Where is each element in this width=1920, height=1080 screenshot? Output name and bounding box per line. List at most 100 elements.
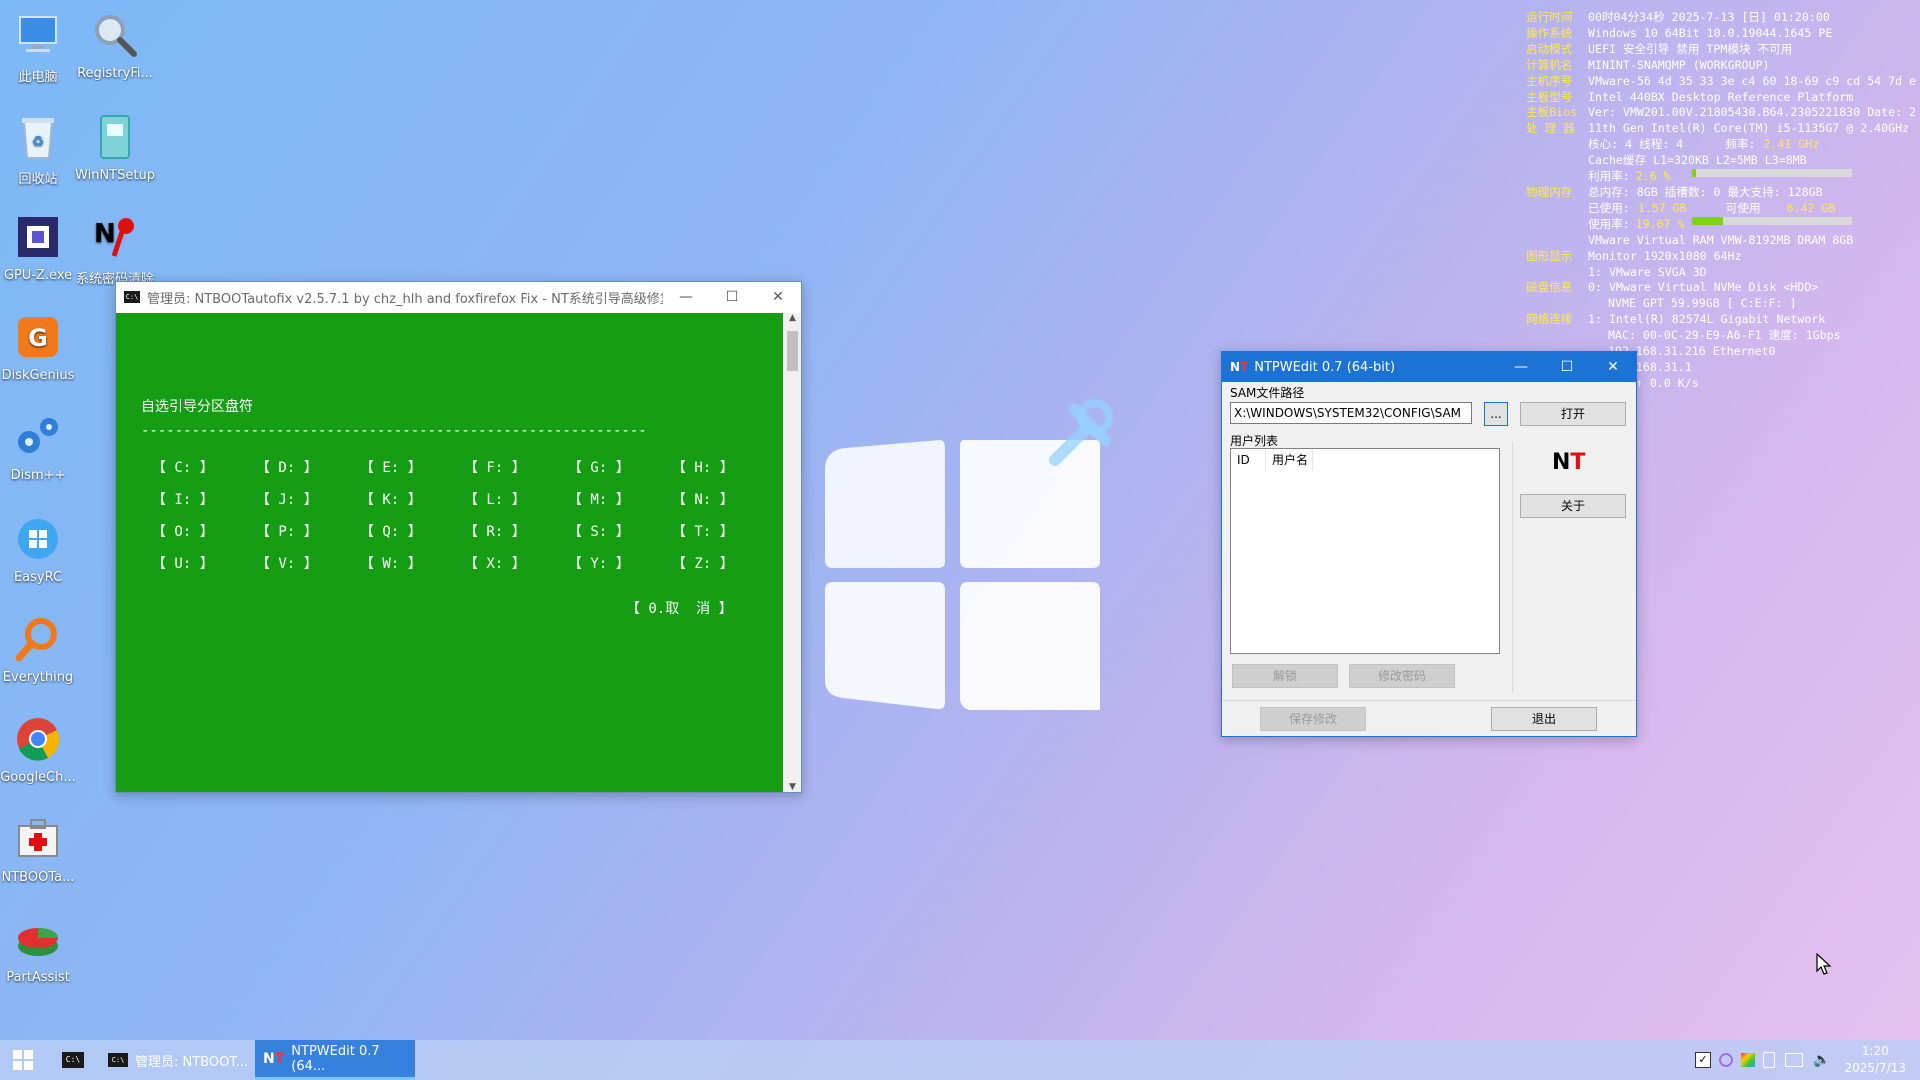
desktop-icon-diskgenius[interactable]: G DiskGenius	[0, 310, 86, 383]
board-label: 主机序号	[1526, 73, 1573, 88]
cpu-usage-label: 利用率:	[1588, 169, 1630, 184]
drive-option[interactable]: 【 E: 】	[360, 457, 422, 477]
drive-option[interactable]: 【 D: 】	[256, 457, 318, 477]
taskbar-cmd-shortcut[interactable]: C:\	[46, 1040, 100, 1080]
desktop-icon-magnifier[interactable]: RegistryFi...	[67, 8, 163, 81]
drive-option[interactable]: 【 P: 】	[256, 521, 318, 541]
taskbar-item-ntbootautofix[interactable]: C:\ 管理员: NTBOOT...	[100, 1040, 255, 1080]
drive-option[interactable]: 【 N: 】	[672, 489, 734, 509]
drive-option[interactable]: 【 X: 】	[464, 553, 526, 573]
drive-option[interactable]: 【 O: 】	[152, 521, 214, 541]
sam-path-input[interactable]: X:\WINDOWS\SYSTEM32\CONFIG\SAM	[1230, 402, 1472, 424]
clock[interactable]: 1:20 2025/7/13	[1844, 1043, 1906, 1077]
ntpw-title-bar[interactable]: NT NTPWEdit 0.7 (64-bit) — ☐ ✕	[1222, 352, 1636, 382]
desktop-icon-firstaid[interactable]: NTBOOTa...	[0, 812, 86, 885]
mem-used-label: 已使用:	[1588, 200, 1630, 215]
gfx-label: 图形显示	[1526, 248, 1573, 263]
start-button[interactable]	[0, 1040, 46, 1080]
column-id-header[interactable]: ID	[1231, 449, 1266, 471]
scroll-up-arrow[interactable]: ▲	[784, 313, 801, 323]
desktop-icon-search[interactable]: Everything	[0, 612, 86, 685]
close-button[interactable]: ✕	[755, 282, 801, 312]
cpu-usage-bar	[1691, 169, 1852, 178]
cmd-icon: C:\	[108, 1053, 128, 1067]
ntbootautofix-window[interactable]: C:\ 管理员: NTBOOTautofix v2.5.7.1 by chz_h…	[115, 281, 802, 793]
console-scrollbar[interactable]: ▲ ▼	[784, 313, 801, 792]
mem-usage-bar	[1691, 216, 1852, 225]
drive-option[interactable]: 【 F: 】	[464, 457, 526, 477]
pc-value: MININT-SNAMQMP (WORKGROUP)	[1588, 57, 1770, 72]
os-value: Windows 10 64Bit 10.0.19044.1645 PE	[1588, 25, 1833, 40]
browse-button[interactable]: ...	[1484, 402, 1508, 426]
mem-avail-label: 可使用	[1725, 200, 1761, 215]
desktop-icon-easyrc[interactable]: EasyRC	[0, 512, 86, 585]
desktop-icon-ntpw[interactable]: N 系统密码清除	[67, 210, 163, 287]
drive-option[interactable]: 【 H: 】	[672, 457, 734, 477]
user-list[interactable]: ID 用户名	[1230, 448, 1500, 654]
change-password-button[interactable]: 修改密码	[1349, 664, 1455, 688]
system-tray: ✓ 🔈 1:20 2025/7/13	[1695, 1040, 1920, 1080]
column-username-header[interactable]: 用户名	[1266, 449, 1313, 471]
boot-label: 启动模式	[1526, 41, 1573, 56]
ntpw-minimize-button[interactable]: —	[1498, 352, 1544, 382]
minimize-button[interactable]: —	[663, 282, 709, 312]
drive-option[interactable]: 【 W: 】	[360, 553, 422, 573]
drive-option[interactable]: 【 L: 】	[464, 489, 526, 509]
mem-avail-value: 6.42 GB	[1786, 200, 1836, 215]
drive-option[interactable]: 【 R: 】	[464, 521, 526, 541]
checkbox-tray-icon[interactable]: ✓	[1695, 1052, 1712, 1068]
drive-option[interactable]: 【 Z: 】	[672, 553, 734, 573]
about-button[interactable]: 关于	[1520, 494, 1626, 518]
drive-option[interactable]: 【 Y: 】	[568, 553, 630, 573]
net-value: 1: Intel(R) 82574L Gigabit Network	[1588, 312, 1826, 327]
desktop-icon-gears[interactable]: Dism++	[0, 410, 86, 483]
console-title-bar[interactable]: C:\ 管理员: NTBOOTautofix v2.5.7.1 by chz_h…	[116, 282, 801, 312]
color-tray-icon[interactable]	[1741, 1053, 1756, 1067]
drive-option[interactable]: 【 G: 】	[568, 457, 630, 477]
drive-option[interactable]: 【 V: 】	[256, 553, 318, 573]
drive-option[interactable]: 【 Q: 】	[360, 521, 422, 541]
ntpwedit-window[interactable]: NT NTPWEdit 0.7 (64-bit) — ☐ ✕ SAM文件路径 X…	[1221, 351, 1637, 737]
disk2-value: NVME GPT 59.99GB [ C:E:F: ]	[1608, 296, 1797, 311]
bios-label: 主板Bios	[1526, 105, 1578, 120]
drive-option[interactable]: 【 C: 】	[152, 457, 214, 477]
computer-icon	[11, 8, 65, 62]
console-body[interactable]: 自选引导分区盘符 -------------------------------…	[116, 313, 783, 792]
desktop-icon-chrome[interactable]: GoogleCh...	[0, 712, 86, 785]
drive-option[interactable]: 【 S: 】	[568, 521, 630, 541]
exit-button[interactable]: 退出	[1491, 707, 1597, 731]
drive-option[interactable]: 【 U: 】	[152, 553, 214, 573]
ram-value: VMware Virtual RAM VMW-8192MB DRAM 8GB	[1588, 232, 1854, 247]
drive-option[interactable]: 【 J: 】	[256, 489, 318, 509]
maximize-button[interactable]: ☐	[709, 282, 755, 312]
diskgenius-icon: G	[11, 310, 65, 364]
circle-tray-icon[interactable]	[1719, 1053, 1734, 1067]
desktop-icon-label: NTBOOTa...	[1, 870, 75, 885]
desktop-icon-label: DiskGenius	[1, 368, 75, 383]
mem-usage-value: 19.67 %	[1635, 216, 1685, 231]
volume-icon[interactable]: 🔈	[1813, 1052, 1830, 1068]
cancel-option[interactable]: 【 0.取 消 】	[626, 598, 733, 618]
desktop-icon-label: PartAssist	[6, 970, 70, 985]
open-button[interactable]: 打开	[1520, 402, 1626, 426]
desktop-icon-partassist[interactable]: PartAssist	[0, 912, 86, 985]
taskbar: C:\ C:\ 管理员: NTBOOT... NT NTPWEdit 0.7 (…	[0, 1040, 1920, 1080]
scrollbar-thumb[interactable]	[787, 331, 798, 371]
save-changes-button[interactable]: 保存修改	[1260, 707, 1366, 731]
taskbar-item-ntpwedit[interactable]: NT NTPWEdit 0.7 (64...	[255, 1040, 415, 1080]
scroll-down-arrow[interactable]: ▼	[784, 782, 801, 792]
ntpw-close-button[interactable]: ✕	[1590, 352, 1636, 382]
drive-option[interactable]: 【 I: 】	[152, 489, 214, 509]
horizontal-divider	[1222, 700, 1636, 701]
drive-option[interactable]: 【 K: 】	[360, 489, 422, 509]
usb-icon[interactable]	[1763, 1052, 1776, 1068]
ntpw-maximize-button[interactable]: ☐	[1544, 352, 1590, 382]
network-icon[interactable]	[1785, 1053, 1804, 1067]
vertical-divider	[1512, 442, 1513, 692]
unlock-button[interactable]: 解锁	[1232, 664, 1338, 688]
drive-option[interactable]: 【 T: 】	[672, 521, 734, 541]
svg-text:G: G	[28, 324, 48, 352]
desktop-icon-setup[interactable]: WinNTSetup	[67, 110, 163, 183]
cpu-value: 11th Gen Intel(R) Core(TM) i5-1135G7 @ 2…	[1588, 121, 1910, 136]
drive-option[interactable]: 【 M: 】	[568, 489, 630, 509]
